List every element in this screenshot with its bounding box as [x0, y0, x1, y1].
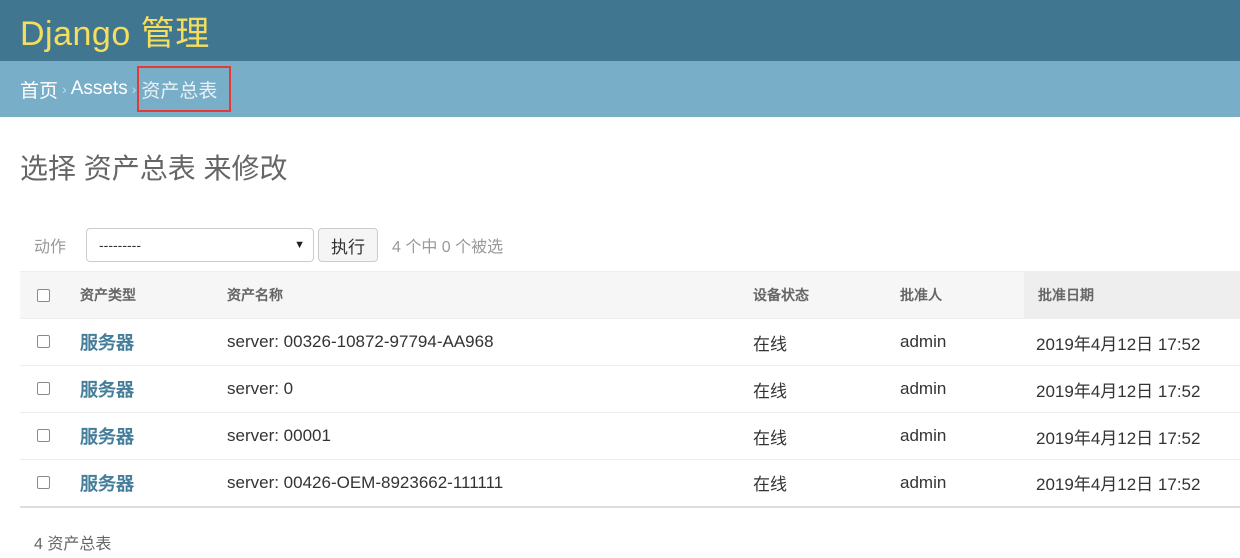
cell-approver: admin: [900, 426, 947, 445]
cell-type: 服务器: [80, 319, 227, 366]
paginator-count: 4 资产总表: [34, 535, 112, 553]
actions-label: 动作: [34, 239, 67, 256]
run-action-button[interactable]: 执行: [318, 228, 379, 262]
dropdown-arrow-icon: ▼: [294, 239, 306, 251]
row-type-link[interactable]: 服务器: [80, 333, 134, 353]
column-header-date[interactable]: 批准日期: [1024, 271, 1240, 319]
cell-name: server: 00426-OEM-8923662-111111: [227, 472, 504, 492]
cell-status: 在线: [753, 381, 787, 401]
cell-name: server: 00001: [227, 426, 331, 445]
cell-status: 在线: [753, 475, 787, 495]
table-row: 服务器 server: 00326-10872-97794-AA968 在线 a…: [20, 319, 1240, 366]
cell-name: server: 0: [227, 379, 294, 398]
column-header-approver[interactable]: 批准人: [900, 272, 1024, 319]
row-type-link[interactable]: 服务器: [80, 427, 134, 447]
breadcrumb-home-link[interactable]: 首页: [20, 76, 58, 103]
column-header-name[interactable]: 资产名称: [227, 272, 753, 319]
row-checkbox-cell: [20, 319, 80, 366]
actions-bar: 动作 --------- ▼ 执行 4 个中 0 个被选: [20, 228, 1240, 262]
cell-date: 2019年4月12日 17:52: [1036, 381, 1201, 401]
row-checkbox-cell: [20, 413, 80, 460]
action-select-value: ---------: [99, 237, 141, 253]
select-all-cell: [20, 272, 80, 319]
row-checkbox-cell: [20, 366, 80, 413]
table-row: 服务器 server: 00001 在线 admin 2019年4月12日 17…: [20, 413, 1240, 460]
cell-type: 服务器: [80, 413, 227, 460]
column-header-type[interactable]: 资产类型: [80, 272, 227, 319]
row-checkbox[interactable]: [37, 429, 50, 443]
row-type-link[interactable]: 服务器: [80, 474, 134, 494]
cell-type: 服务器: [80, 460, 227, 507]
row-checkbox[interactable]: [37, 475, 50, 489]
table-row: 服务器 server: 00426-OEM-8923662-111111 在线 …: [20, 460, 1240, 507]
cell-status: 在线: [753, 334, 787, 354]
cell-approver: admin: [900, 379, 947, 398]
action-select[interactable]: --------- ▼: [86, 228, 315, 262]
cell-type: 服务器: [80, 366, 227, 413]
main-content: 选择 资产总表 来修改 动作 --------- ▼ 执行 4 个中 0 个被选…: [0, 151, 1240, 554]
cell-date: 2019年4月12日 17:52: [1036, 475, 1201, 495]
table-row: 服务器 server: 0 在线 admin 2019年4月12日 17:52: [20, 366, 1240, 413]
row-checkbox[interactable]: [37, 335, 50, 349]
cell-approver: admin: [900, 472, 947, 492]
site-branding[interactable]: Django 管理: [20, 6, 210, 55]
select-all-checkbox[interactable]: [37, 288, 50, 302]
row-checkbox[interactable]: [37, 382, 50, 396]
breadcrumb-app-link[interactable]: Assets: [71, 78, 128, 100]
cell-date: 2019年4月12日 17:52: [1036, 334, 1201, 354]
row-checkbox-cell: [20, 460, 80, 507]
result-list-table: 资产类型 资产名称 设备状态 批准人 批准日期 服务器 server: 0032…: [20, 271, 1240, 508]
cell-approver: admin: [900, 332, 947, 351]
selection-counter: 4 个中 0 个被选: [392, 239, 504, 256]
breadcrumb-separator: ›: [131, 81, 137, 97]
row-type-link[interactable]: 服务器: [80, 380, 134, 400]
breadcrumb-separator: ›: [62, 81, 67, 97]
cell-status: 在线: [753, 428, 787, 448]
breadcrumb: 首页 › Assets › 资产总表: [0, 61, 1240, 117]
page-title: 选择 资产总表 来修改: [20, 153, 288, 184]
table-header-row: 资产类型 资产名称 设备状态 批准人 批准日期: [20, 271, 1240, 319]
site-header: Django 管理: [0, 0, 1240, 61]
cell-date: 2019年4月12日 17:52: [1036, 428, 1201, 448]
column-header-status[interactable]: 设备状态: [753, 272, 900, 319]
breadcrumb-current: 资产总表: [137, 66, 232, 112]
cell-name: server: 00326-10872-97794-AA968: [227, 332, 494, 351]
